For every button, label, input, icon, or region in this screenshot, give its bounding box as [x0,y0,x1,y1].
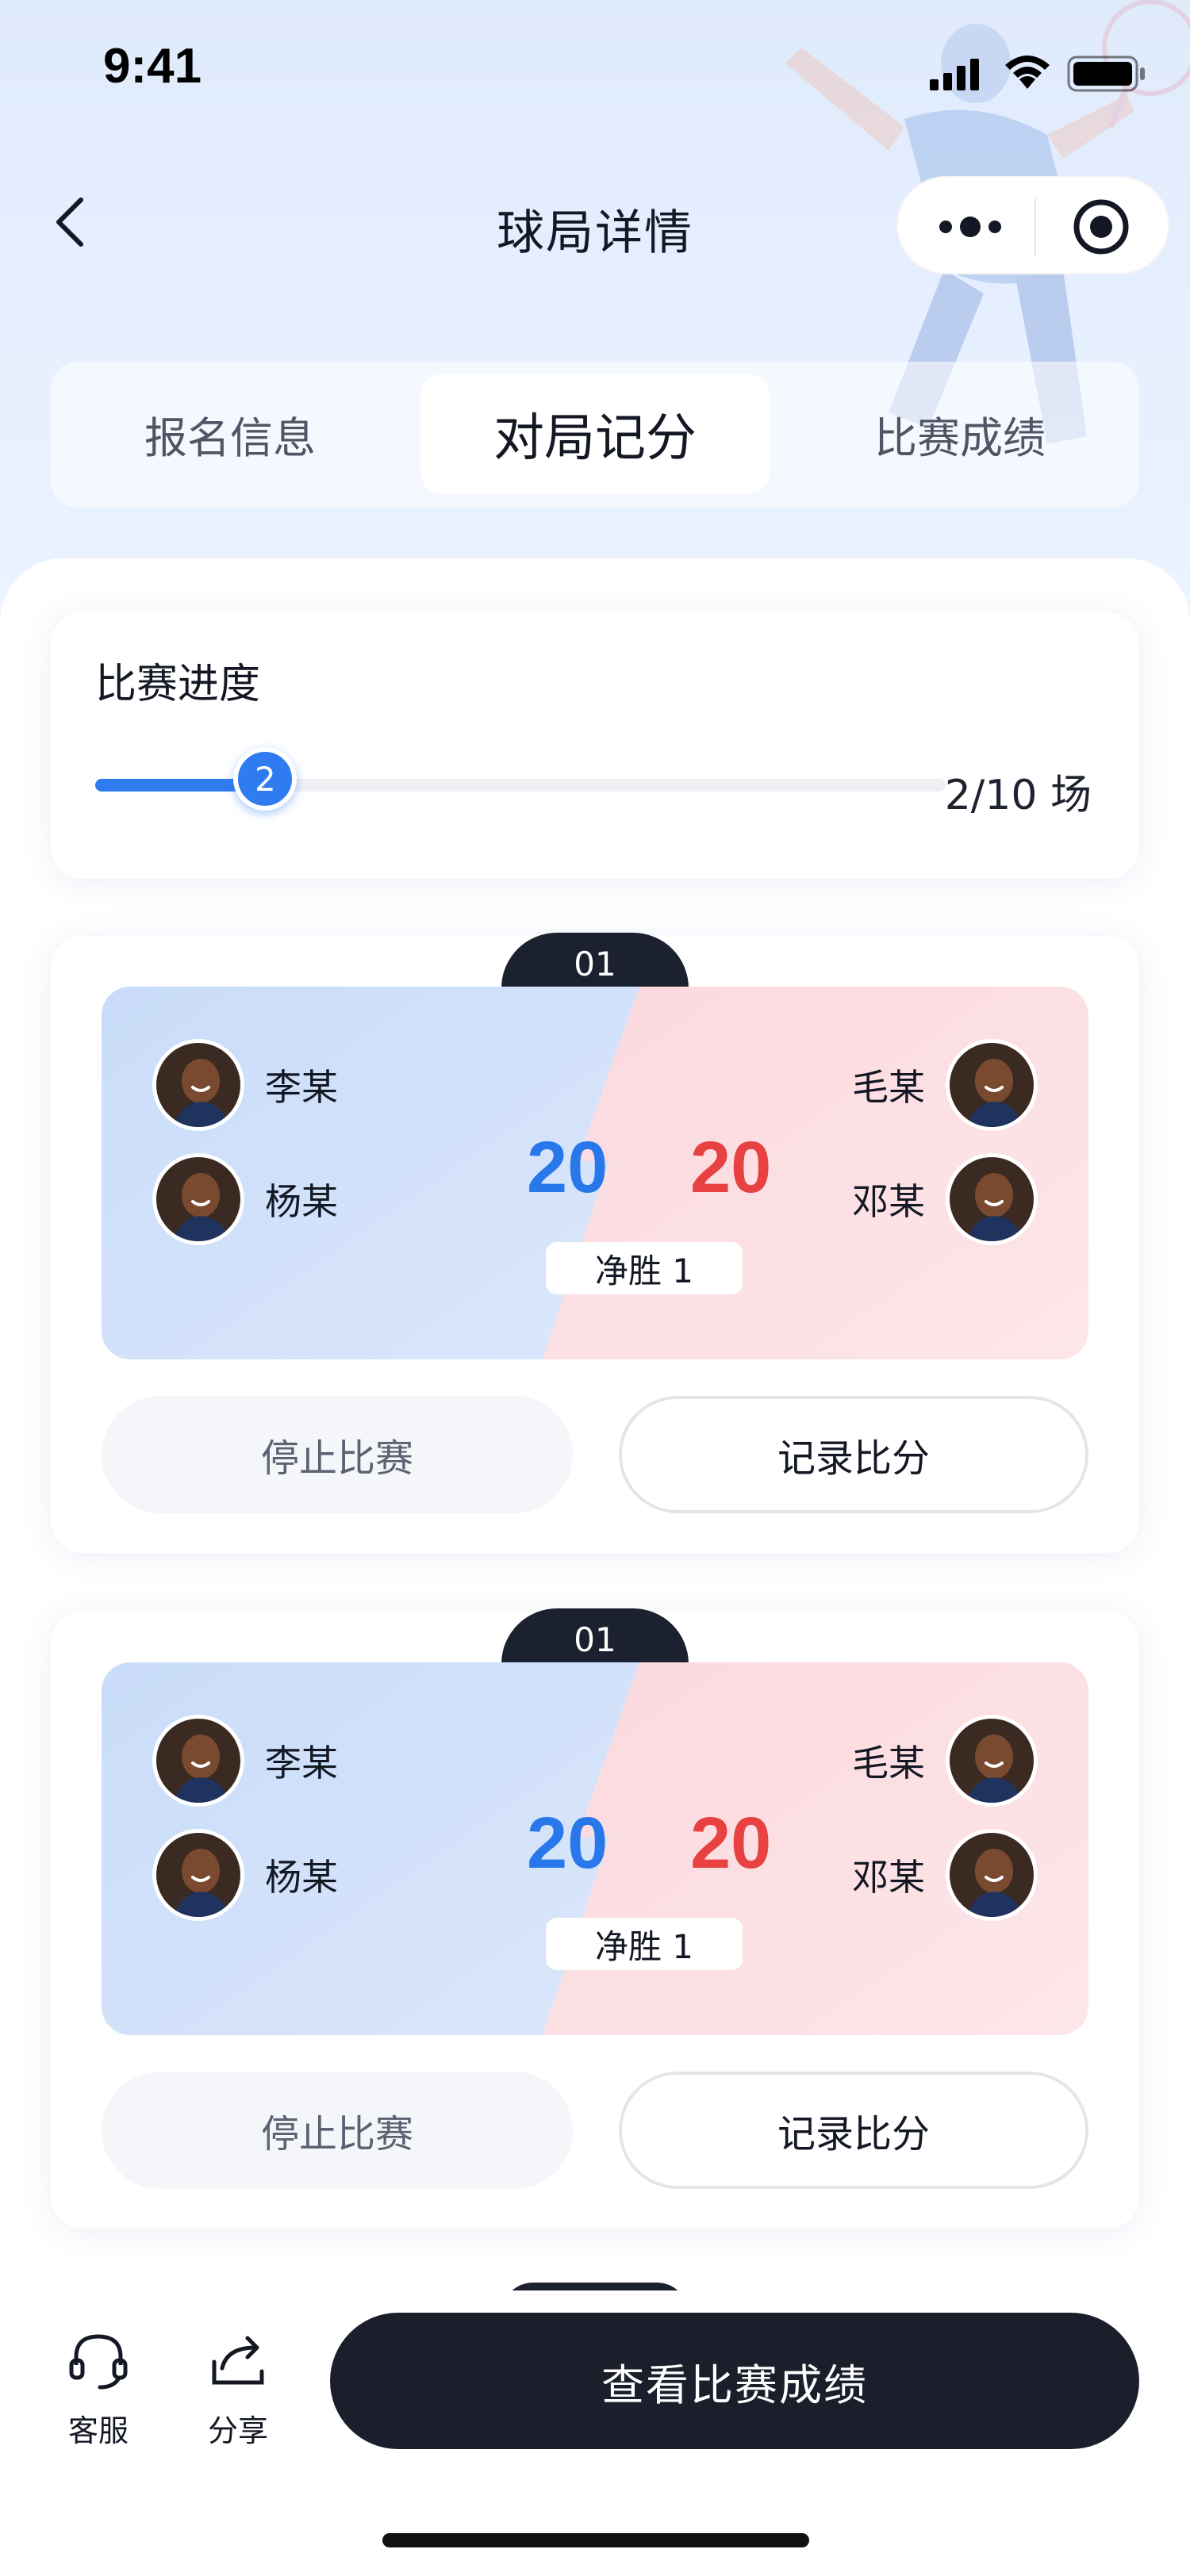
progress-track: 2 [95,747,946,811]
signal-icon [930,59,979,90]
match-number-tab: 01 [501,933,689,988]
player-right-2: 邓某 [852,1827,1038,1922]
player-right-1: 毛某 [852,1037,1038,1133]
avatar [152,1829,244,1921]
player-left-2: 杨某 [152,1827,338,1922]
avatar [152,1153,244,1245]
match-card-1: 01 李某 杨某 毛某 邓某 20 20 净胜 1 停止比赛 记录比分 [51,933,1139,1553]
court-panel: 李某 杨某 毛某 邓某 20 20 净胜 1 [102,1662,1088,2035]
avatar [152,1039,244,1131]
score-right: 20 [690,1803,772,1884]
home-indicator [382,2533,809,2547]
progress-card: 比赛进度 2 2/10 场 [51,612,1139,879]
player-left-1: 李某 [152,1037,338,1133]
tab-registration-info[interactable]: 报名信息 [56,374,405,493]
progress-knob[interactable]: 2 [233,747,298,811]
player-name: 杨某 [265,1180,338,1223]
player-name: 杨某 [265,1856,338,1899]
avatar [946,1153,1038,1245]
player-right-2: 邓某 [852,1152,1038,1247]
net-win-badge: 净胜 1 [546,1242,743,1294]
status-bar: 9:41 [0,0,1190,135]
player-name: 邓某 [852,1856,925,1899]
score-left: 20 [527,1803,608,1884]
player-right-1: 毛某 [852,1713,1038,1808]
tab-match-results[interactable]: 比赛成绩 [785,374,1134,493]
court-panel: 李某 杨某 毛某 邓某 20 20 净胜 1 [102,987,1088,1359]
net-win-badge: 净胜 1 [546,1918,743,1970]
battery-icon [1067,56,1145,92]
progress-title: 比赛进度 [95,661,261,708]
more-icon[interactable] [936,209,1004,244]
record-score-button[interactable]: 记录比分 [619,2072,1088,2189]
progress-count: 2/10 场 [944,772,1092,819]
record-score-button[interactable]: 记录比分 [619,1396,1088,1513]
stop-match-button[interactable]: 停止比赛 [102,1396,573,1513]
match-card-2: 01 李某 杨某 毛某 邓某 20 20 净胜 1 停止比赛 记录比分 [51,1608,1139,2229]
avatar [946,1715,1038,1807]
player-name: 邓某 [852,1180,925,1223]
score-right: 20 [690,1127,772,1208]
tab-bar: 报名信息 对局记分 比赛成绩 [51,362,1139,508]
capsule-divider [1035,198,1036,255]
wifi-icon [1005,56,1050,89]
avatar [946,1039,1038,1131]
customer-service-button[interactable]: 客服 [51,2330,146,2450]
player-name: 毛某 [852,1066,925,1109]
share-button[interactable]: 分享 [190,2330,286,2450]
player-left-1: 李某 [152,1713,338,1808]
player-left-2: 杨某 [152,1152,338,1247]
player-name: 李某 [265,1742,338,1784]
view-results-button[interactable]: 查看比赛成绩 [330,2313,1139,2449]
customer-service-label: 客服 [67,2413,129,2448]
score-left: 20 [527,1127,608,1208]
player-name: 李某 [265,1066,338,1109]
avatar [946,1829,1038,1921]
target-icon[interactable] [1073,198,1130,255]
share-icon [212,2336,264,2385]
share-label: 分享 [207,2413,268,2448]
mini-program-capsule [896,176,1169,274]
player-name: 毛某 [852,1742,925,1784]
match-number-tab: 01 [501,1608,689,1664]
headset-icon [69,2334,128,2390]
stop-match-button[interactable]: 停止比赛 [102,2072,573,2189]
avatar [152,1715,244,1807]
status-time: 9:41 [103,39,202,94]
tab-match-scoring[interactable]: 对局记分 [420,374,770,493]
